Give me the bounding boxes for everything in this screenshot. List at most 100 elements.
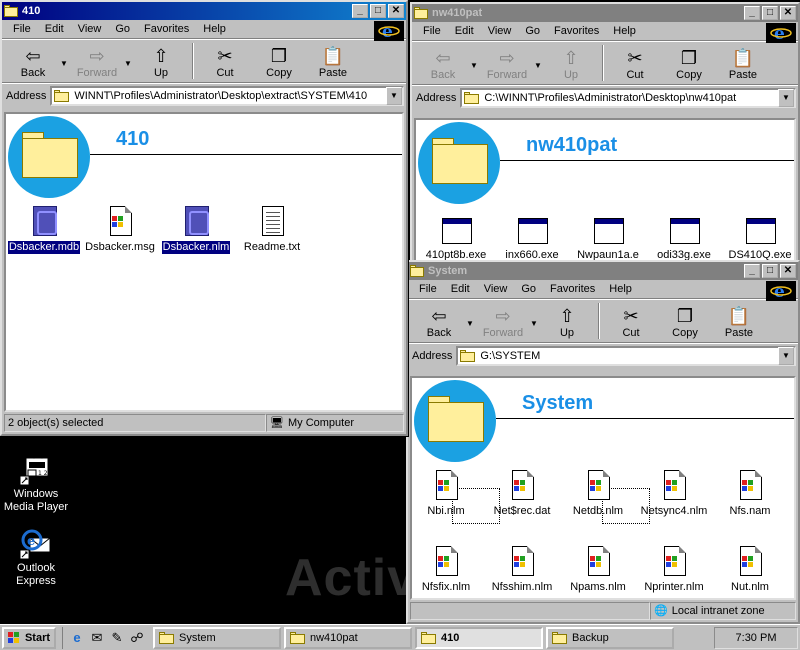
forward-dropdown-icon[interactable]: ▼ (530, 319, 540, 328)
back-button[interactable]: ⇦ Back (416, 47, 470, 81)
file-item[interactable]: DS410Q.exe (722, 214, 794, 262)
taskbar-button-nw410pat[interactable]: nw410pat (284, 626, 412, 649)
menu-edit[interactable]: Edit (444, 283, 477, 295)
cut-button[interactable]: ✂ Cut (608, 47, 662, 81)
system-file-icon (584, 470, 612, 502)
menu-go[interactable]: Go (108, 23, 137, 35)
taskbar-button-410[interactable]: 410 (415, 626, 543, 649)
file-item[interactable]: Nut.nlm (712, 546, 788, 594)
desktop-icon-outlook-express[interactable]: e Outlook Express (0, 528, 74, 588)
window-system[interactable]: System _ □ ✕ File Edit View Go Favorites… (406, 260, 800, 624)
address-input[interactable]: C:\WINNT\Profiles\Administrator\Desktop\… (460, 87, 796, 108)
back-dropdown-icon[interactable]: ▼ (60, 59, 70, 68)
taskbar-button-backup[interactable]: Backup (546, 626, 674, 649)
menu-view[interactable]: View (481, 25, 519, 37)
window-nw410pat[interactable]: nw410pat _ □ ✕ File Edit View Go Favorit… (410, 2, 800, 272)
paste-button[interactable]: 📋 Paste (306, 45, 360, 79)
menu-edit[interactable]: Edit (448, 25, 481, 37)
address-dropdown-icon[interactable]: ▼ (778, 346, 794, 365)
forward-dropdown-icon[interactable]: ▼ (124, 59, 134, 68)
maximize-button[interactable]: □ (762, 264, 778, 278)
address-input[interactable]: G:\SYSTEM (456, 345, 796, 366)
forward-button[interactable]: ⇨ Forward (480, 47, 534, 81)
file-item[interactable]: Readme.txt (234, 206, 310, 254)
minimize-button[interactable]: _ (352, 4, 368, 18)
titlebar[interactable]: 410 _ □ ✕ (2, 2, 406, 20)
folder-view[interactable]: 410 Dsbacker.mdb Dsbacker.msg Dsbacker.n… (4, 112, 404, 412)
menu-edit[interactable]: Edit (38, 23, 71, 35)
up-button[interactable]: ⇧ Up (134, 45, 188, 79)
window-410[interactable]: 410 _ □ ✕ File Edit View Go Favorites He… (0, 0, 408, 436)
forward-button[interactable]: ⇨ Forward (70, 45, 124, 79)
back-dropdown-icon[interactable]: ▼ (466, 319, 476, 328)
copy-button[interactable]: ❐ Copy (658, 305, 712, 339)
address-dropdown-icon[interactable]: ▼ (778, 88, 794, 107)
desktop-icon-windows-media-player[interactable]: 1 2 1 Windows Media Player (0, 453, 74, 514)
start-button[interactable]: Start (2, 626, 56, 649)
menu-help[interactable]: Help (196, 23, 233, 35)
menu-help[interactable]: Help (606, 25, 643, 37)
menu-go[interactable]: Go (514, 283, 543, 295)
paste-button[interactable]: 📋 Paste (716, 47, 770, 81)
menu-file[interactable]: File (412, 283, 444, 295)
menu-file[interactable]: File (416, 25, 448, 37)
forward-button[interactable]: ⇨ Forward (476, 305, 530, 339)
file-item[interactable]: Nfsfix.nlm (412, 546, 484, 594)
file-item[interactable]: odi33g.exe (646, 214, 722, 262)
file-item[interactable]: 410pt8b.exe (418, 214, 494, 262)
outlook-quicklaunch-icon[interactable]: ✉ (87, 628, 107, 648)
file-name: Nfsshim.nlm (491, 581, 553, 593)
show-desktop-icon[interactable]: ☍ (127, 628, 147, 648)
close-button[interactable]: ✕ (780, 264, 796, 278)
folder-view[interactable]: nw410pat 410pt8b.exe inx660.exe Nwpaun1a… (414, 118, 796, 268)
file-item[interactable]: Dsbacker.msg (82, 206, 158, 254)
minimize-button[interactable]: _ (744, 264, 760, 278)
paste-button[interactable]: 📋 Paste (712, 305, 766, 339)
file-item[interactable]: Nprinter.nlm (636, 546, 712, 594)
close-button[interactable]: ✕ (780, 6, 796, 20)
file-item[interactable]: Nwpaun1a.e (570, 214, 646, 262)
file-item-selected[interactable]: Dsbacker.nlm (158, 206, 234, 255)
copy-button[interactable]: ❐ Copy (252, 45, 306, 79)
menu-go[interactable]: Go (518, 25, 547, 37)
menu-favorites[interactable]: Favorites (137, 23, 196, 35)
clock[interactable]: 7:30 PM (736, 632, 777, 644)
cut-button[interactable]: ✂ Cut (198, 45, 252, 79)
file-item[interactable]: Nfs.nam (712, 470, 788, 518)
menu-view[interactable]: View (477, 283, 515, 295)
menu-help[interactable]: Help (602, 283, 639, 295)
maximize-button[interactable]: □ (762, 6, 778, 20)
up-button[interactable]: ⇧ Up (544, 47, 598, 81)
file-item[interactable]: inx660.exe (494, 214, 570, 262)
file-item[interactable]: Npams.nlm (560, 546, 636, 594)
folder-view[interactable]: System Nbi.nlm Net$rec.dat Netdb.nlm Net… (410, 376, 796, 600)
folder-icon (4, 5, 18, 17)
file-item[interactable]: Net$rec.dat (484, 470, 560, 518)
file-item-selected[interactable]: Dsbacker.mdb (6, 206, 82, 255)
address-dropdown-icon[interactable]: ▼ (386, 86, 402, 105)
back-button[interactable]: ⇦ Back (6, 45, 60, 79)
address-input[interactable]: WINNT\Profiles\Administrator\Desktop\ext… (50, 85, 404, 106)
file-item[interactable]: Netdb.nlm (560, 470, 636, 518)
forward-dropdown-icon[interactable]: ▼ (534, 61, 544, 70)
copy-button[interactable]: ❐ Copy (662, 47, 716, 81)
menu-favorites[interactable]: Favorites (543, 283, 602, 295)
back-dropdown-icon[interactable]: ▼ (470, 61, 480, 70)
up-button[interactable]: ⇧ Up (540, 305, 594, 339)
close-button[interactable]: ✕ (388, 4, 404, 18)
ie-quicklaunch-icon[interactable]: e (67, 628, 87, 648)
taskbar-button-system[interactable]: System (153, 626, 281, 649)
file-item[interactable]: Nbi.nlm (412, 470, 484, 518)
titlebar[interactable]: nw410pat _ □ ✕ (412, 4, 798, 22)
maximize-button[interactable]: □ (370, 4, 386, 18)
file-item[interactable]: Nfsshim.nlm (484, 546, 560, 594)
menu-view[interactable]: View (71, 23, 109, 35)
menu-favorites[interactable]: Favorites (547, 25, 606, 37)
menu-file[interactable]: File (6, 23, 38, 35)
minimize-button[interactable]: _ (744, 6, 760, 20)
channels-quicklaunch-icon[interactable]: ✎ (107, 628, 127, 648)
titlebar[interactable]: System _ □ ✕ (408, 262, 798, 280)
cut-button[interactable]: ✂ Cut (604, 305, 658, 339)
file-item[interactable]: Netsync4.nlm (636, 470, 712, 518)
back-button[interactable]: ⇦ Back (412, 305, 466, 339)
